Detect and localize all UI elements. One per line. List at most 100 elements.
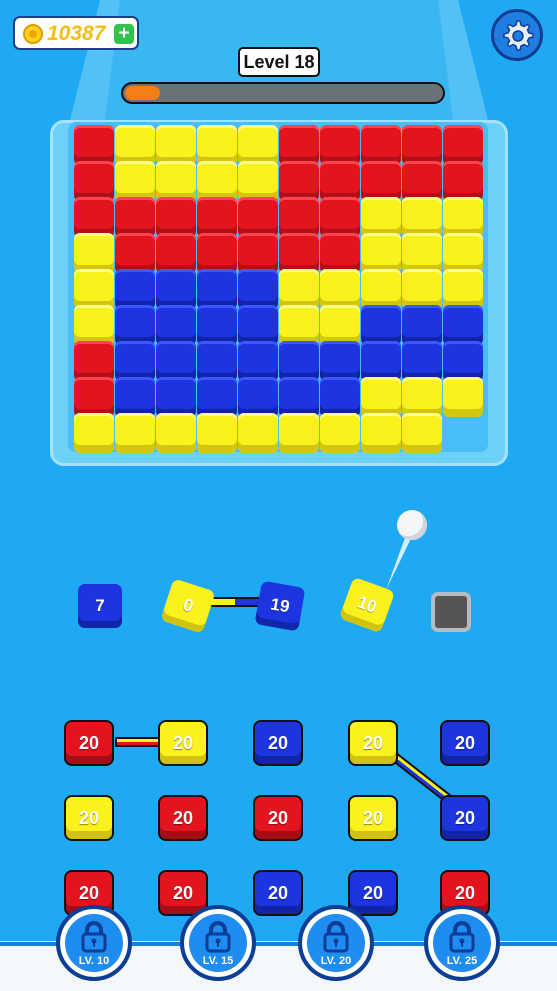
- shooter-block[interactable]: 0: [160, 578, 216, 634]
- board-cube: [156, 161, 196, 201]
- board-cube: [197, 305, 237, 345]
- board-cube: [115, 197, 155, 237]
- queue-block-value: 20: [267, 732, 289, 753]
- level-progress-fill: [125, 86, 160, 100]
- board-cube: [74, 125, 114, 165]
- board-cube: [238, 233, 278, 273]
- coin-icon: [23, 24, 43, 44]
- board-cube: [361, 125, 401, 165]
- board-cube: [361, 269, 401, 309]
- queue-block[interactable]: 20: [348, 720, 398, 766]
- level-label: Level 18: [238, 47, 320, 77]
- board-cube: [156, 305, 196, 345]
- locked-slot[interactable]: LV. 25: [424, 905, 500, 981]
- board-cube: [115, 269, 155, 309]
- board-cube: [74, 305, 114, 345]
- board-cube: [279, 341, 319, 381]
- board-cube: [279, 125, 319, 165]
- add-coins-button[interactable]: +: [114, 24, 134, 44]
- board-cube: [320, 197, 360, 237]
- board-cube: [402, 197, 442, 237]
- settings-button[interactable]: [491, 9, 543, 61]
- lock-level-label: LV. 25: [446, 955, 478, 967]
- board-cube: [197, 377, 237, 417]
- board-cube: [320, 377, 360, 417]
- board-cube: [156, 269, 196, 309]
- queue-block-value: 20: [78, 732, 100, 753]
- lock-icon: [449, 921, 475, 953]
- queue-block[interactable]: 20: [64, 720, 114, 766]
- coin-counter: 10387 +: [13, 16, 139, 50]
- locked-slot[interactable]: LV. 10: [56, 905, 132, 981]
- lock-icon: [323, 921, 349, 953]
- queue-block-value: 20: [172, 732, 194, 753]
- board-cube: [320, 341, 360, 381]
- board-cube: [402, 125, 442, 165]
- queue-block[interactable]: 20: [440, 720, 490, 766]
- queue-block-value: 20: [78, 882, 100, 903]
- board-cube: [402, 305, 442, 345]
- board-cube: [156, 341, 196, 381]
- board-cube: [361, 377, 401, 417]
- queue-block[interactable]: 20: [64, 795, 114, 841]
- board-cube: [238, 125, 278, 165]
- locked-slot[interactable]: LV. 20: [298, 905, 374, 981]
- board-cube: [443, 269, 483, 309]
- coin-value: 10387: [47, 22, 106, 45]
- gear-icon: [503, 20, 534, 51]
- board-cube: [238, 269, 278, 309]
- board-cube: [74, 341, 114, 381]
- board-cube: [156, 413, 196, 453]
- board-cube: [320, 413, 360, 453]
- board-cube: [361, 305, 401, 345]
- board-cube: [115, 233, 155, 273]
- queue-block[interactable]: 20: [253, 795, 303, 841]
- board-cube: [443, 377, 483, 417]
- board-cube: [74, 233, 114, 273]
- board-cube: [197, 197, 237, 237]
- queue-block[interactable]: 20: [253, 720, 303, 766]
- empty-shooter-slot[interactable]: [431, 592, 471, 632]
- lock-icon: [205, 921, 231, 953]
- board-cube: [156, 197, 196, 237]
- queue-block-value: 20: [362, 807, 384, 828]
- queue-block[interactable]: 20: [158, 720, 208, 766]
- board-cube: [402, 269, 442, 309]
- board-cube: [402, 377, 442, 417]
- board-cube: [115, 125, 155, 165]
- board-cube: [197, 269, 237, 309]
- board-cube: [279, 161, 319, 201]
- board-cube: [443, 125, 483, 165]
- shooter-block[interactable]: 7: [78, 584, 122, 628]
- board-cube: [238, 341, 278, 381]
- board-cube: [238, 197, 278, 237]
- board-cube: [443, 305, 483, 345]
- queue-block[interactable]: 20: [440, 795, 490, 841]
- queue-block-value: 20: [267, 882, 289, 903]
- queue-block[interactable]: 20: [348, 795, 398, 841]
- board-cube: [361, 233, 401, 273]
- board-cube: [115, 413, 155, 453]
- locked-slot[interactable]: LV. 15: [180, 905, 256, 981]
- board-cube: [197, 413, 237, 453]
- board-cube: [320, 161, 360, 201]
- board-cube: [402, 233, 442, 273]
- board-cube: [238, 377, 278, 417]
- board-cube: [361, 161, 401, 201]
- queue-block[interactable]: 20: [253, 870, 303, 916]
- queue-block-value: 20: [172, 807, 194, 828]
- shooter-block[interactable]: 19: [254, 580, 306, 632]
- board-cube: [279, 197, 319, 237]
- board-cube: [320, 125, 360, 165]
- queue-block[interactable]: 20: [158, 795, 208, 841]
- board-cube: [115, 377, 155, 417]
- queue-block-value: 20: [454, 807, 476, 828]
- lock-level-label: LV. 15: [202, 955, 234, 967]
- queue-block-value: 20: [454, 732, 476, 753]
- lock-icon: [81, 921, 107, 953]
- queue-block[interactable]: 20: [348, 870, 398, 916]
- board-cube: [279, 233, 319, 273]
- queue-block-value: 20: [78, 807, 100, 828]
- board-cube: [197, 125, 237, 165]
- board-cube: [238, 161, 278, 201]
